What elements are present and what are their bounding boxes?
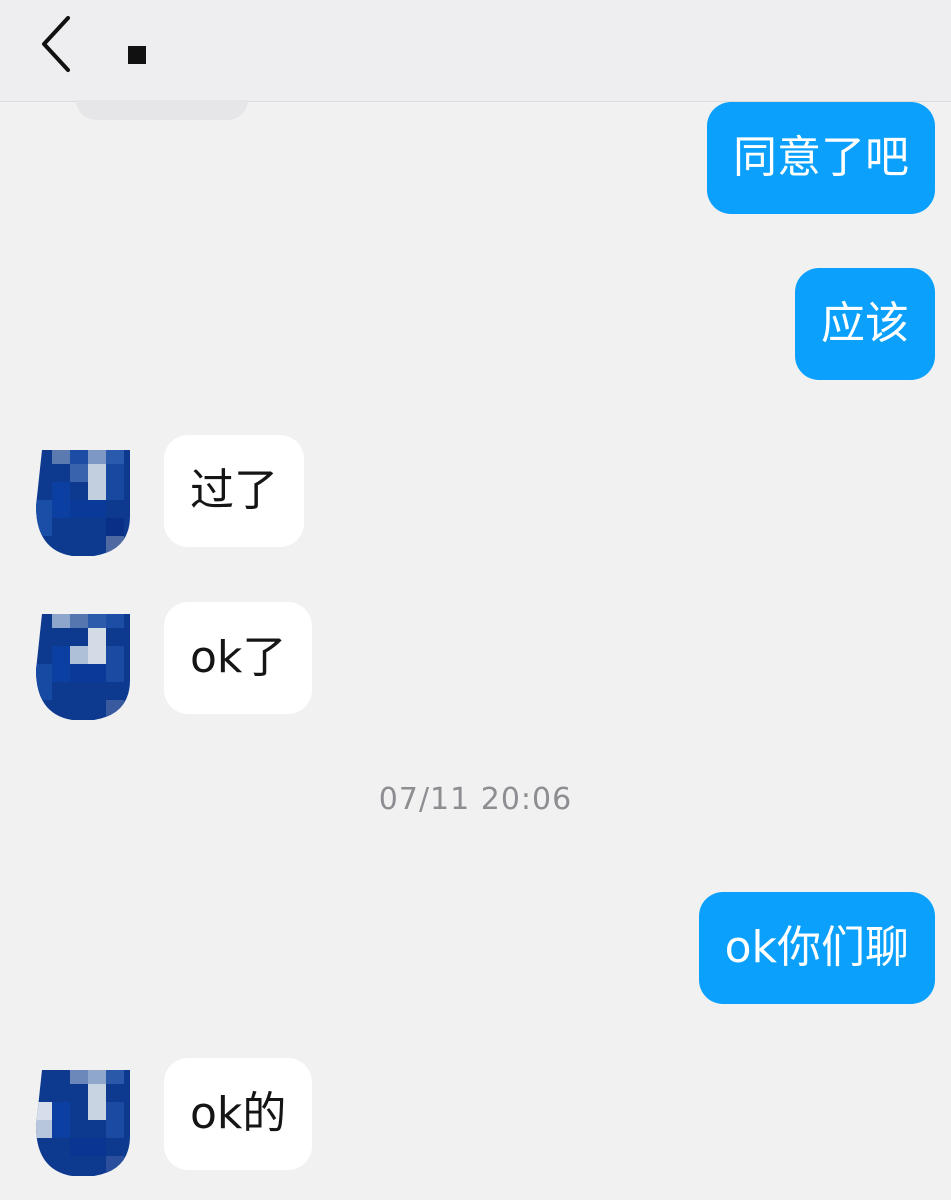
avatar[interactable]	[34, 610, 138, 722]
chevron-left-icon[interactable]	[36, 14, 80, 74]
message-text: ok的	[190, 1088, 287, 1139]
message-bubble-outgoing[interactable]: 同意了吧	[707, 102, 935, 214]
nav-bar: .	[0, 0, 951, 102]
timestamp: 07/11 20:06	[378, 782, 573, 817]
message-text: 过了	[190, 465, 278, 516]
message-bubble-incoming[interactable]: 过了	[164, 435, 304, 547]
message-text: 应该	[821, 298, 909, 349]
message-text: 同意了吧	[733, 132, 909, 183]
message-bubble-incoming[interactable]: ok了	[164, 602, 313, 714]
avatar[interactable]	[34, 1066, 138, 1178]
message-text: ok了	[190, 632, 287, 683]
message-bubble-outgoing[interactable]: 应该	[795, 268, 935, 380]
message-bubble-incoming[interactable]: ok的	[164, 1058, 313, 1170]
chat-title: .	[128, 46, 146, 64]
previous-message-bubble	[76, 100, 248, 120]
avatar[interactable]	[34, 446, 138, 558]
message-text: ok你们聊	[724, 922, 909, 973]
message-bubble-outgoing[interactable]: ok你们聊	[698, 892, 935, 1004]
